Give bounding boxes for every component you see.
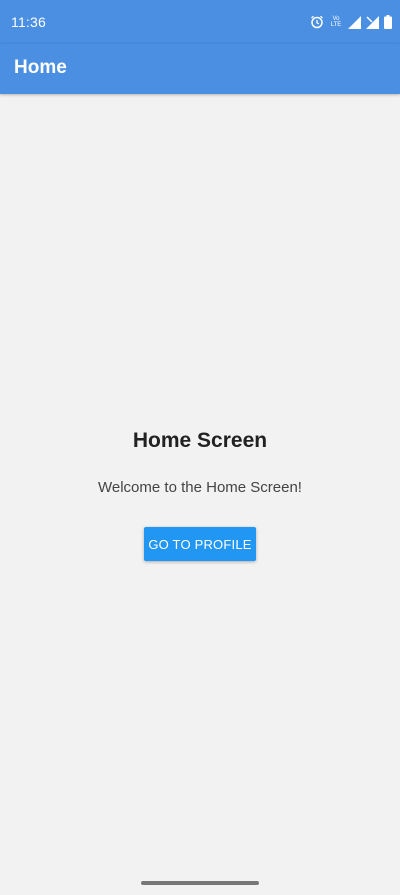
signal-icon [348,15,361,29]
status-bar: 11:36 Vo LTE [0,0,400,44]
home-content: Home Screen Welcome to the Home Screen! … [0,94,400,895]
battery-icon [384,15,392,29]
gesture-nav-handle[interactable] [141,881,259,885]
signal-no-data-icon [366,15,379,29]
app-bar-title: Home [14,57,67,78]
welcome-text: Welcome to the Home Screen! [98,479,302,496]
app-bar: Home [0,44,400,94]
status-time: 11:36 [11,14,46,30]
go-to-profile-button[interactable]: GO TO PROFILE [144,527,256,561]
volte-icon: Vo LTE [330,16,342,28]
status-icons: Vo LTE [310,14,392,30]
page-title: Home Screen [132,429,268,452]
alarm-icon [310,15,324,29]
